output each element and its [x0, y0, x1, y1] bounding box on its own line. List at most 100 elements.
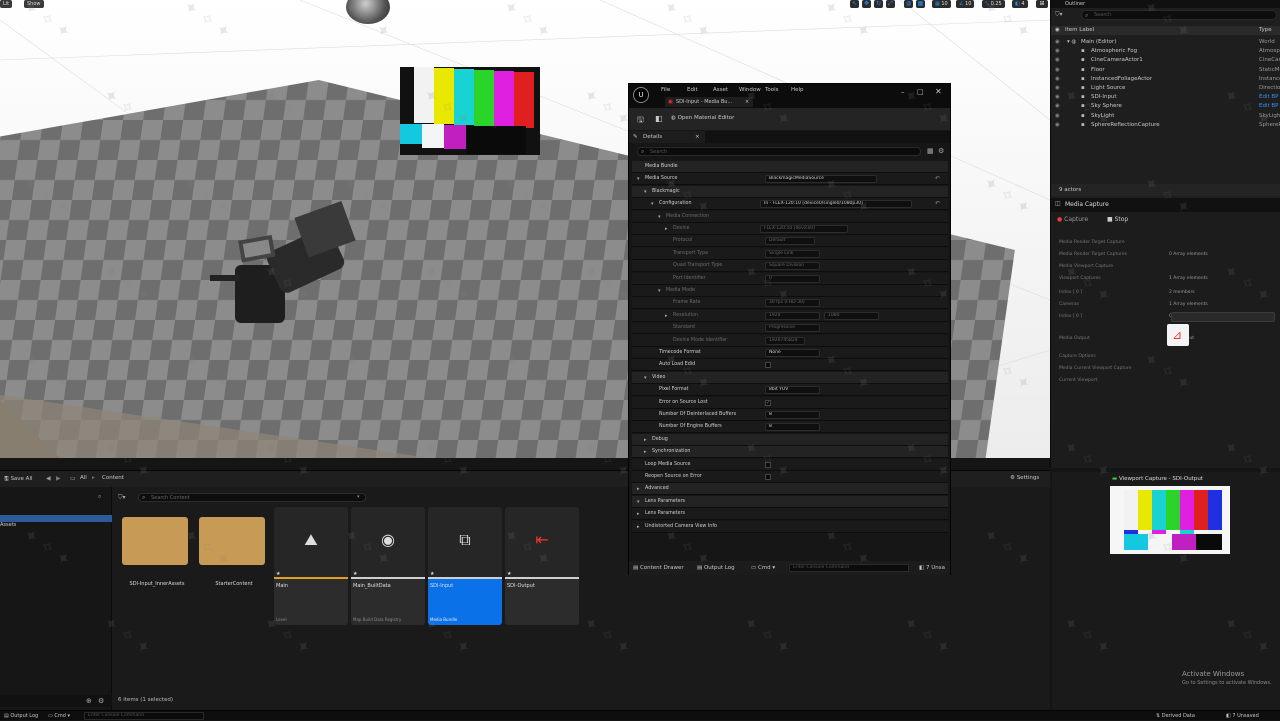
details-tab-close-icon[interactable]: × [695, 131, 700, 143]
browse-asset-icon[interactable]: ◧ [655, 114, 663, 123]
window-close-icon[interactable]: ✕ [935, 87, 942, 96]
details-section-header[interactable]: Media Bundle [632, 161, 948, 173]
menu-asset[interactable]: Asset [713, 87, 728, 93]
world-icon[interactable]: ◍ [904, 0, 913, 8]
expand-right-icon[interactable]: ▸ [665, 310, 668, 322]
capture-button[interactable]: ● Capture [1057, 216, 1088, 226]
media-capture-value[interactable]: 1 Array elements [1169, 302, 1208, 307]
type-column[interactable]: Type [1259, 26, 1272, 35]
expand-right-icon[interactable]: ▸ [637, 508, 640, 520]
details-section-header[interactable]: ▾ Lens Parameters [632, 495, 948, 508]
camera-speed-value[interactable]: ◧ 4 [1012, 0, 1028, 8]
expand-right-icon[interactable]: ▸ [637, 521, 640, 533]
rotate-icon[interactable]: ↻ [874, 0, 883, 8]
item-label-column[interactable]: Item Label [1065, 26, 1094, 35]
asset-tile[interactable]: StarterContent [197, 507, 271, 625]
details-search-input[interactable]: ⌕ Search [637, 147, 921, 156]
outliner-row[interactable]: ◉ ▪ Floor StaticMeshActor [1051, 66, 1280, 75]
visibility-icon[interactable]: ◉ [1055, 38, 1060, 47]
expand-down-icon[interactable]: ▾ [637, 496, 640, 508]
property-value[interactable]: Progressive [765, 324, 820, 333]
details-settings-icon[interactable]: ⚙ [938, 147, 944, 155]
content-filter-icon[interactable]: ⛉▾ [118, 494, 126, 502]
details-tab[interactable]: ✎ Details × [629, 131, 705, 143]
property-value[interactable]: In - FLEX-120:10 [device0/single0/1080p3… [760, 200, 912, 209]
favorite-star-icon[interactable]: ★ [353, 571, 357, 577]
expand-down-icon[interactable]: ▾ [644, 186, 647, 198]
scale-icon[interactable]: ⤢ [886, 0, 895, 8]
property-value[interactable]: 1920 [765, 311, 820, 320]
visibility-icon[interactable]: ◉ [1055, 102, 1060, 111]
menu-tools[interactable]: Tools [765, 87, 779, 93]
details-section-header[interactable]: ▸ Advanced [632, 483, 948, 496]
move-icon[interactable]: ✥ [862, 0, 871, 8]
camera-picker[interactable] [1171, 312, 1275, 322]
cmd-dropdown[interactable]: ▭ Cmd ▾ [751, 561, 775, 575]
expand-right-icon[interactable]: ▸ [644, 446, 647, 458]
unsaved-indicator[interactable]: ◧ 7 Unsa [919, 561, 945, 575]
edit-blueprint-link[interactable]: Edit BP [1259, 93, 1280, 102]
expand-right-icon[interactable]: ▸ [644, 434, 647, 446]
sources-search-icon[interactable]: ⌕ [98, 493, 101, 501]
select-icon[interactable]: ↖ [850, 0, 859, 8]
property-value[interactable]: None [765, 349, 820, 357]
details-section-header[interactable]: ▸ Debug [632, 433, 948, 446]
breadcrumb-all[interactable]: All [80, 475, 87, 481]
property-matrix-icon[interactable]: ▦ [927, 147, 934, 155]
outliner-row[interactable]: ◉▪Light SourceDirectionalLight [1051, 84, 1280, 93]
menu-file[interactable]: File [661, 87, 670, 93]
outliner-row[interactable]: ◉ ▪ CineCameraActor1 CineCameraActor [1051, 56, 1280, 65]
reset-to-default-icon[interactable]: ↶ [935, 173, 940, 185]
property-value[interactable]: Single Link [765, 249, 820, 258]
expand-right-icon[interactable]: ▸ [665, 223, 668, 235]
media-capture-value[interactable]: 2 members [1169, 290, 1195, 295]
content-search-input[interactable]: ⌕ Search Content ▾ [138, 493, 366, 502]
outliner-row[interactable]: ◉ ▪ InstancedFoliageActor InstancedFoliageA… [1051, 75, 1280, 84]
breadcrumb-content[interactable]: Content [102, 475, 124, 481]
media-capture-value[interactable]: 1 Array elements [1169, 276, 1208, 281]
open-material-editor-button[interactable]: ◍ Open Material Editor [671, 115, 734, 121]
property-value[interactable]: Default [765, 237, 815, 246]
favorite-star-icon[interactable]: ★ [507, 571, 511, 577]
visibility-icon[interactable]: ◉ [1055, 121, 1060, 130]
property-value[interactable]: 8bit YUV [765, 386, 820, 395]
asset-tile[interactable]: SDI-Input_InnerAssets [120, 507, 194, 625]
expand-down-icon[interactable]: ▾ [644, 372, 647, 384]
asset-tile[interactable]: ⛰ Main Level ★ [274, 507, 348, 625]
expand-down-icon[interactable]: ▾ [651, 198, 654, 210]
property-value[interactable]: Square Division [765, 262, 820, 271]
rotation-snap-value[interactable]: ∠ 10 [956, 0, 975, 8]
resolution-height-value[interactable]: 1080 [824, 311, 879, 320]
outliner-row[interactable]: ◉▪SphereReflectionCaptureSphereReflectio… [1051, 121, 1280, 130]
property-value[interactable]: 8 [765, 423, 820, 432]
property-value[interactable]: 8 [765, 411, 820, 419]
status-console-input[interactable]: Enter Console Command [84, 712, 204, 720]
expand-down-icon[interactable]: ▾ [658, 211, 661, 223]
visibility-icon[interactable]: ◉ [1055, 56, 1060, 65]
save-asset-icon[interactable]: 🖫 [637, 114, 644, 128]
lit-mode-button[interactable]: Lit [0, 0, 13, 8]
history-back-icon[interactable]: ◀ [46, 475, 51, 482]
search-dropdown-icon[interactable]: ▾ [357, 494, 360, 500]
filter-icon[interactable]: ⛉▾ [1055, 11, 1063, 19]
outliner-row[interactable]: ◉ ▾ ◍ Main (Editor) World [1051, 38, 1280, 47]
visibility-icon[interactable]: ◉ [1055, 47, 1060, 56]
visibility-icon[interactable]: ◉ [1055, 75, 1060, 84]
menu-edit[interactable]: Edit [687, 87, 698, 93]
visibility-icon[interactable]: ◉ [1055, 66, 1060, 75]
media-capture-value[interactable]: 0 Array elements [1169, 252, 1208, 257]
viewport-layout-icon[interactable]: ⊞ [1036, 0, 1048, 8]
history-forward-icon[interactable]: ▶ [56, 475, 61, 482]
stop-button[interactable]: ■ Stop [1107, 216, 1128, 226]
favorite-star-icon[interactable]: ★ [430, 571, 434, 577]
source-folder-selected[interactable] [0, 515, 112, 522]
reset-to-default-icon[interactable]: ↶ [935, 198, 940, 210]
outliner-row[interactable]: ◉ ▪ Atmospheric Fog AtmosphericFog [1051, 47, 1280, 56]
checkbox-icon[interactable] [765, 362, 771, 369]
expand-down-icon[interactable]: ▾ [637, 173, 640, 185]
visibility-icon[interactable]: ◉ [1055, 84, 1060, 93]
checkbox-checked-icon[interactable]: ✓ [765, 399, 771, 406]
favorite-star-icon[interactable]: ★ [276, 571, 280, 577]
settings-button[interactable]: ⚙ Settings [1010, 475, 1039, 481]
grid-snap-value[interactable]: ▦ 10 [932, 0, 951, 8]
